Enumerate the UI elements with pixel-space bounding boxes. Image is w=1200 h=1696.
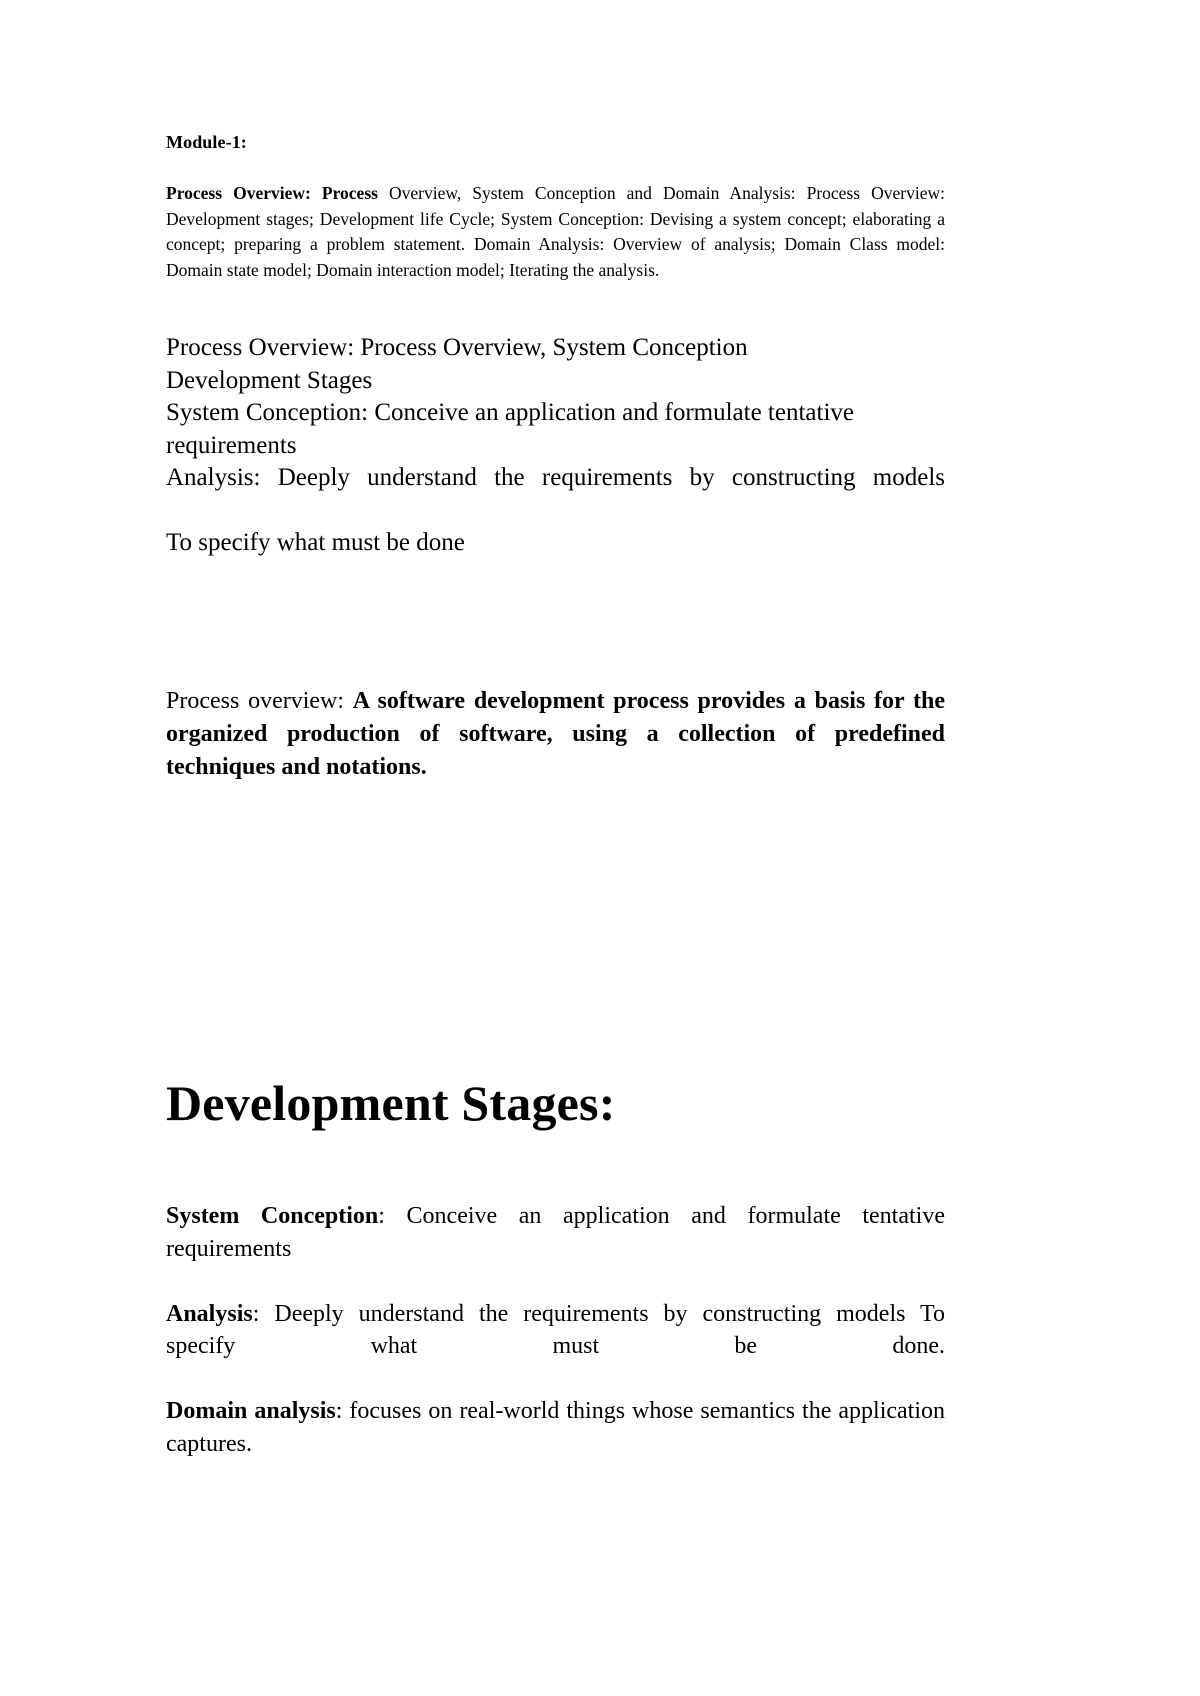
syllabus-paragraph: Process Overview: Process Overview, Syst… — [166, 181, 945, 283]
process-overview-definition: Process overview: A software development… — [166, 685, 945, 784]
overview-line-5: To specify what must be done — [166, 529, 465, 556]
stage-separator: : — [252, 1300, 275, 1327]
stage-term: System Conception — [166, 1203, 379, 1229]
development-stages-list: System Conception: Conceive an applicati… — [166, 1200, 945, 1460]
definition-lead-label: Process overview: — [166, 688, 353, 714]
development-stages-heading: Development Stages: — [166, 1075, 616, 1131]
stage-separator: : — [335, 1398, 350, 1424]
stage-item: Analysis: Deeply understand the requirem… — [166, 1298, 945, 1396]
syllabus-bold-lead: Process Overview: Process — [166, 183, 378, 203]
overview-line-1: Process Overview: Process Overview, Syst… — [166, 334, 748, 361]
process-overview-list: Process Overview: Process Overview, Syst… — [166, 332, 945, 560]
overview-line-3: System Conception: Conceive an applicati… — [166, 399, 855, 459]
overview-line-4: Analysis: Deeply understand the requirem… — [166, 464, 945, 491]
stage-separator: : — [378, 1203, 407, 1229]
stage-item: System Conception: Conceive an applicati… — [166, 1200, 945, 1298]
stage-item: Domain analysis: focuses on real-world t… — [166, 1395, 945, 1460]
overview-line-2: Development Stages — [166, 366, 373, 394]
document-page: Module-1: Process Overview: Process Over… — [0, 0, 1200, 1696]
module-heading: Module-1: — [166, 132, 247, 152]
stage-description: Deeply understand the requirements by co… — [166, 1300, 945, 1360]
stage-term: Domain analysis — [166, 1398, 336, 1424]
stage-term: Analysis — [166, 1300, 253, 1327]
